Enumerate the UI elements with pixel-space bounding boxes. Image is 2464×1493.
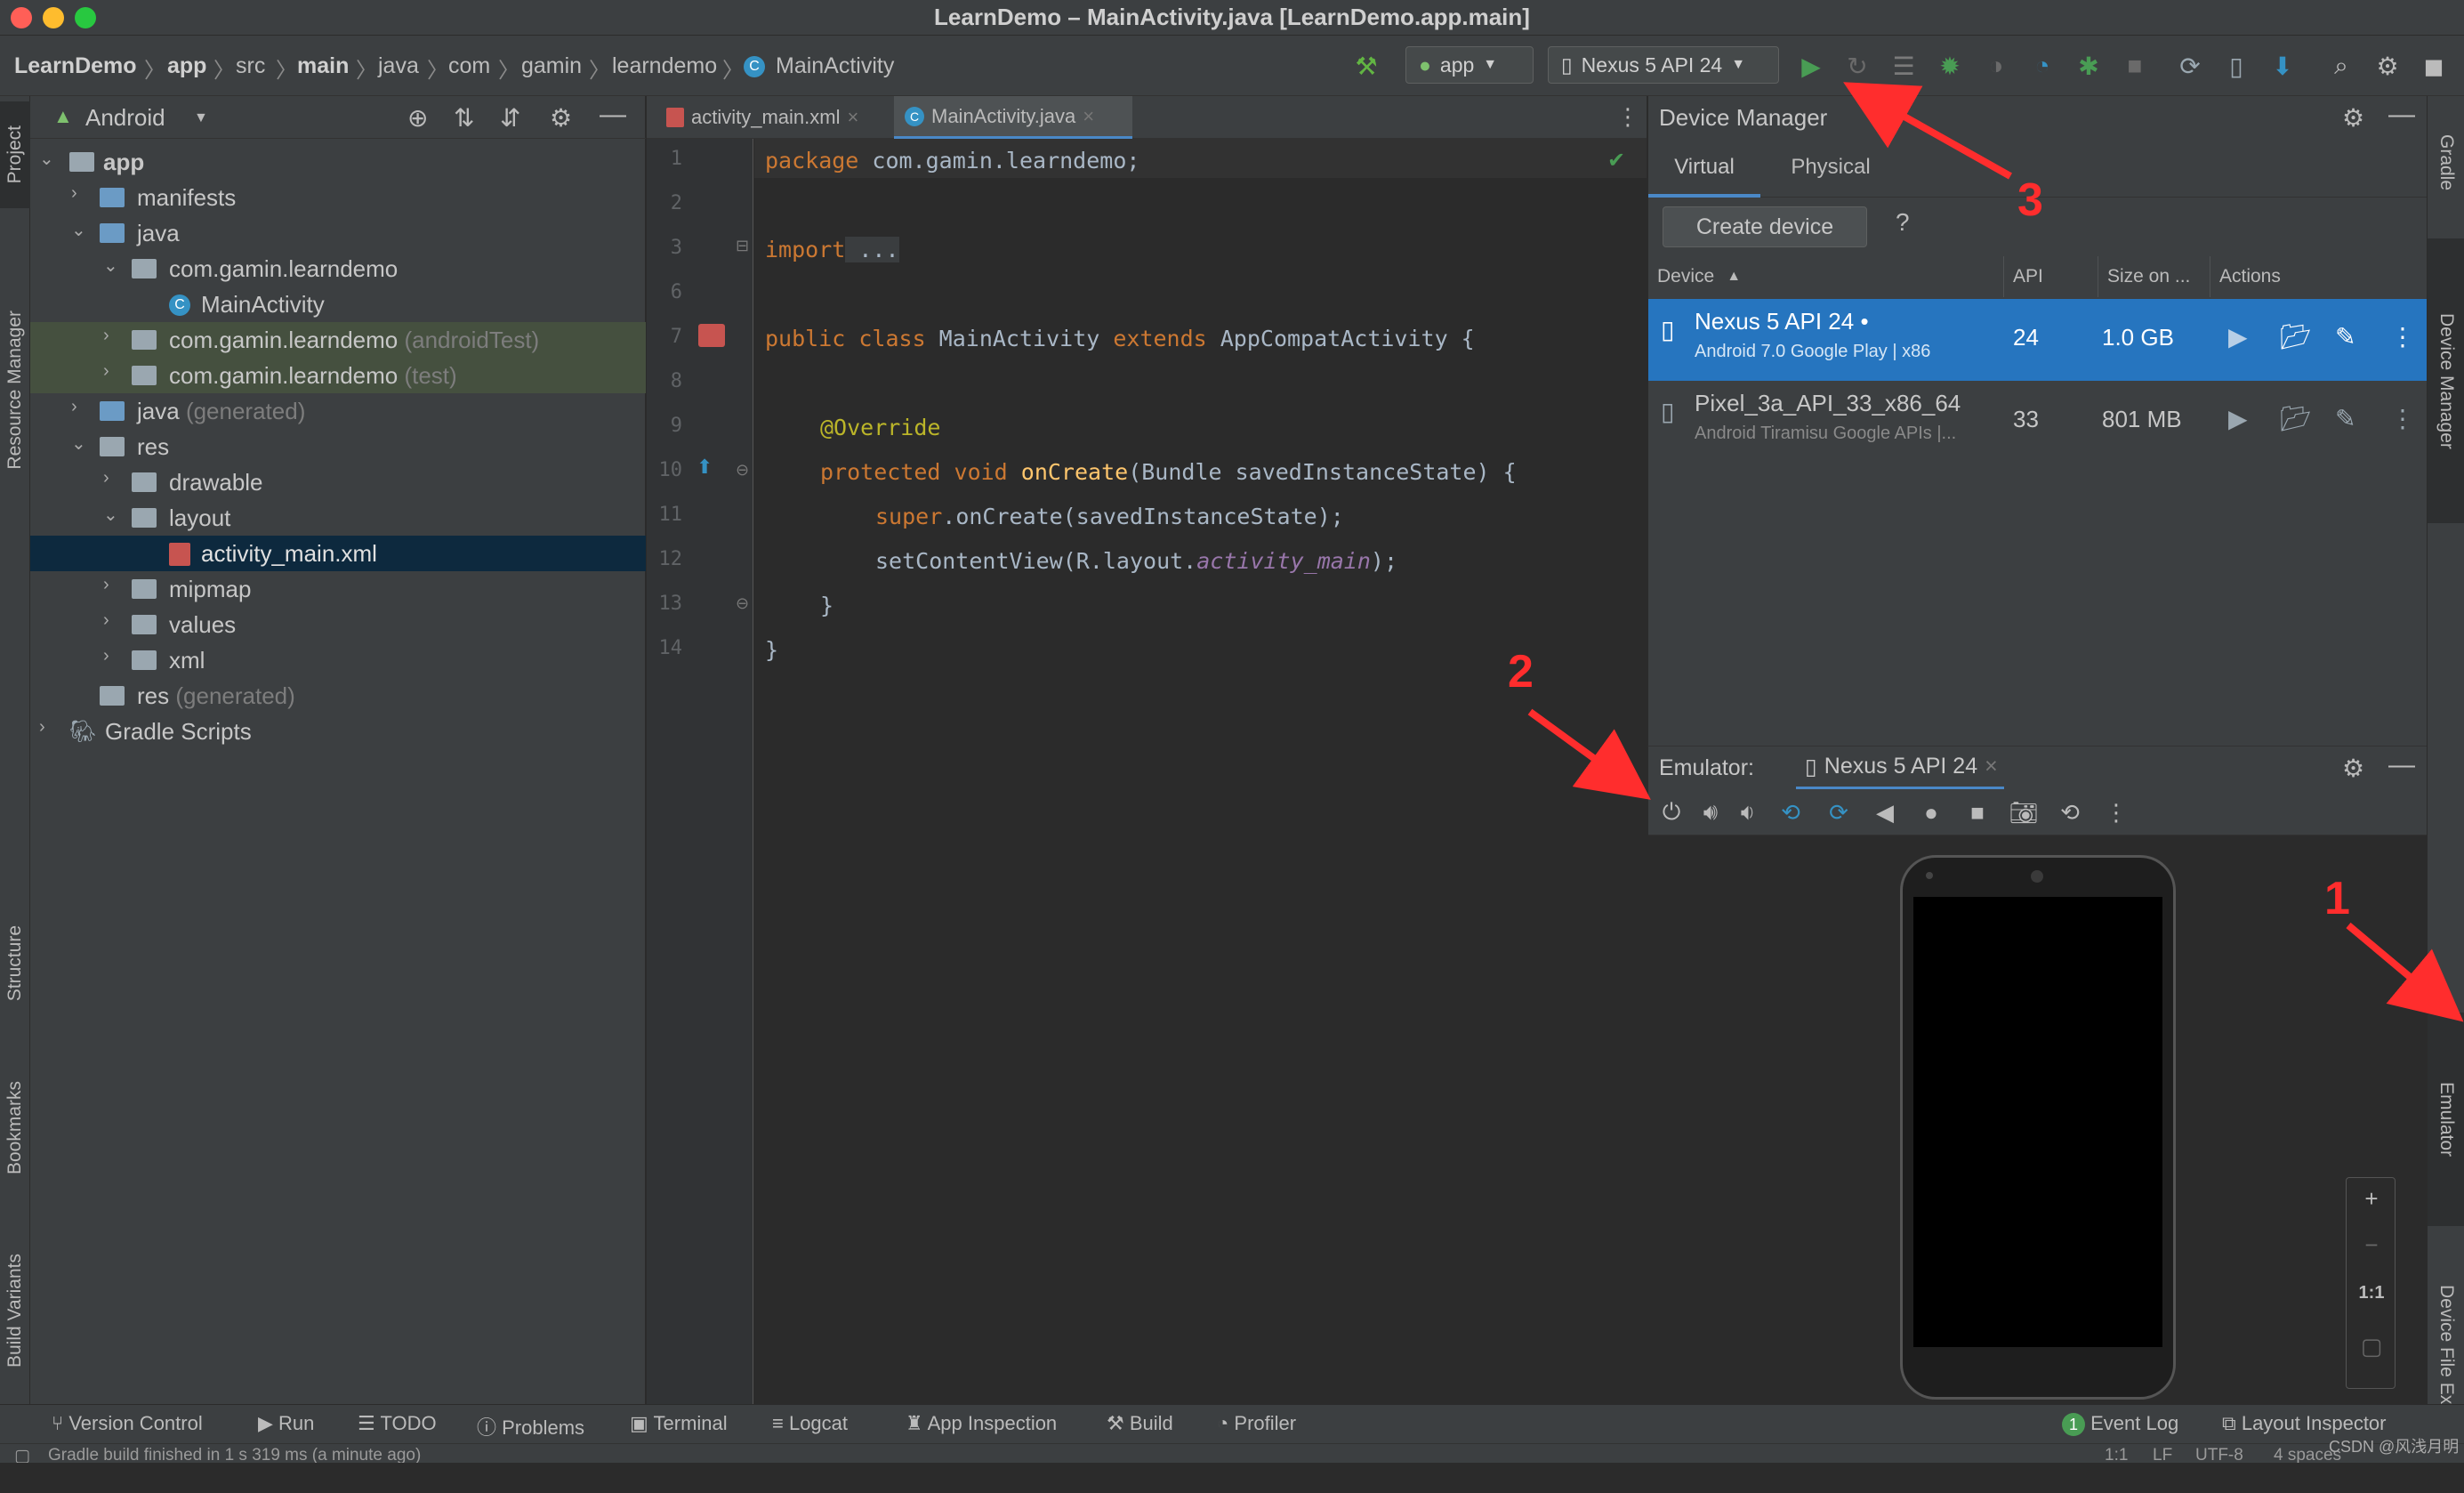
tool-label: Profiler xyxy=(1234,1412,1297,1434)
annotation-arrow-1 xyxy=(2346,922,2464,1022)
tool-label: Terminal xyxy=(653,1412,728,1434)
logcat-icon: ≡ xyxy=(772,1412,789,1434)
tool-label: Event Log xyxy=(2090,1412,2179,1434)
bottom-tool-bar: ⑂ Version Control ▶ Run ☰ TODO ⓘ Problem… xyxy=(0,1404,2464,1443)
annotation-number-3: 3 xyxy=(2017,174,2043,226)
list-icon: ☰ xyxy=(358,1412,381,1434)
line-separator[interactable]: LF xyxy=(2153,1446,2172,1463)
profiler-tab[interactable]: ◔ Profiler xyxy=(1217,1412,1296,1435)
layout-inspector-icon: ⧉ xyxy=(2222,1412,2242,1434)
inspection-icon: ♜ xyxy=(906,1412,928,1434)
run-tab[interactable]: ▶ Run xyxy=(258,1412,314,1435)
branch-icon: ⑂ xyxy=(52,1412,69,1434)
event-badge: 1 xyxy=(2062,1413,2085,1436)
annotation-arrow-2 xyxy=(1527,708,1651,800)
status-message[interactable]: Gradle build finished in 1 s 319 ms (a m… xyxy=(48,1446,421,1463)
info-icon: ⓘ xyxy=(477,1416,503,1439)
file-encoding[interactable]: UTF-8 xyxy=(2195,1446,2243,1463)
logcat-tab[interactable]: ≡ Logcat xyxy=(772,1412,848,1435)
status-bar: ▢ Gradle build finished in 1 s 319 ms (a… xyxy=(0,1443,2464,1463)
caret-position[interactable]: 1:1 xyxy=(2105,1446,2128,1463)
terminal-tab[interactable]: ▣ Terminal xyxy=(630,1412,728,1435)
layout-inspector-tab[interactable]: ⧉ Layout Inspector xyxy=(2222,1412,2387,1435)
event-log-tab[interactable]: 1 Event Log xyxy=(2062,1412,2178,1436)
app-inspection-tab[interactable]: ♜ App Inspection xyxy=(906,1412,1057,1435)
tool-label: Layout Inspector xyxy=(2241,1412,2387,1434)
terminal-icon: ▣ xyxy=(630,1412,654,1434)
todo-tab[interactable]: ☰ TODO xyxy=(358,1412,437,1435)
tool-label: TODO xyxy=(380,1412,437,1434)
gauge-icon: ◔ xyxy=(1217,1412,1235,1434)
tool-label: Run xyxy=(278,1412,315,1434)
version-control-tab[interactable]: ⑂ Version Control xyxy=(52,1412,203,1435)
tool-label: Logcat xyxy=(788,1412,849,1434)
tool-label: Problems xyxy=(502,1416,585,1439)
annotation-arrows xyxy=(1527,82,2464,1022)
problems-tab[interactable]: ⓘ Problems xyxy=(477,1412,584,1441)
annotation-number-1: 1 xyxy=(2324,873,2350,924)
tool-label: App Inspection xyxy=(927,1412,1058,1434)
hammer-icon: ⚒ xyxy=(1107,1412,1130,1434)
tool-label: Version Control xyxy=(68,1412,203,1434)
annotation-number-2: 2 xyxy=(1508,646,1534,698)
tool-label: Build xyxy=(1129,1412,1173,1434)
build-tab[interactable]: ⚒ Build xyxy=(1107,1412,1173,1435)
run-icon: ▶ xyxy=(258,1412,279,1434)
watermark: CSDN @风浅月明 xyxy=(2329,1438,2460,1456)
status-toggle-icon[interactable]: ▢ xyxy=(14,1446,30,1463)
annotation-arrow-3 xyxy=(1843,82,2012,180)
